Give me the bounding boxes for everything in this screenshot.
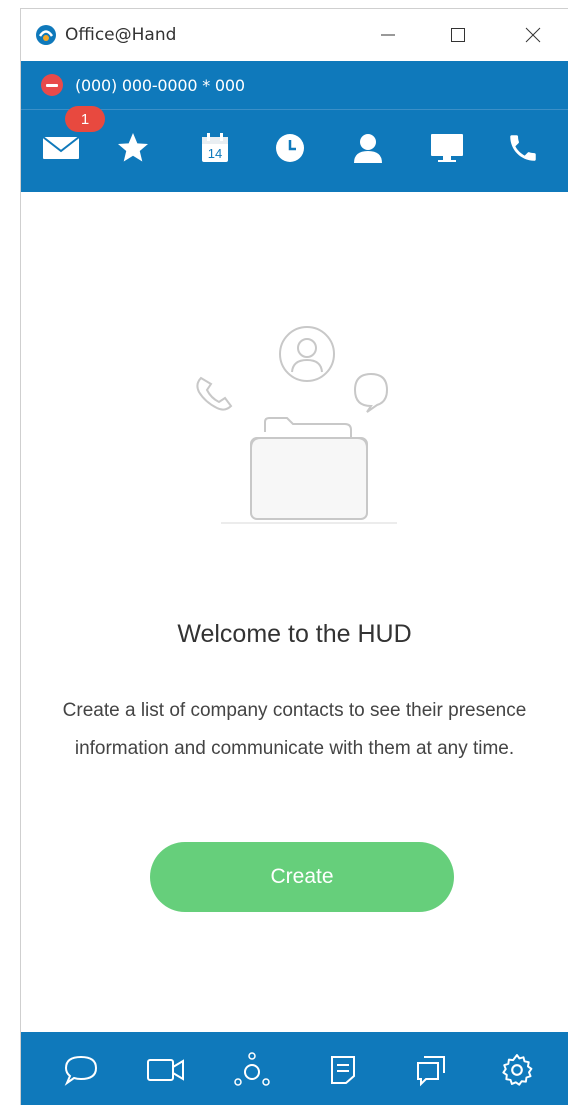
nav-messages[interactable] bbox=[39, 126, 83, 170]
footer-network[interactable] bbox=[232, 1050, 272, 1090]
maximize-button[interactable] bbox=[428, 9, 488, 61]
maximize-icon bbox=[451, 28, 465, 42]
welcome-description: Create a list of company contacts to see… bbox=[62, 700, 527, 759]
footer-chat[interactable] bbox=[61, 1050, 101, 1090]
settings-icon bbox=[502, 1054, 533, 1086]
minimize-icon bbox=[381, 34, 395, 36]
nav-calendar[interactable]: 14 bbox=[193, 126, 237, 170]
close-icon bbox=[525, 27, 541, 43]
chat-bubble-icon bbox=[64, 1055, 98, 1086]
monitor-icon bbox=[431, 134, 463, 162]
unread-badge: 1 bbox=[65, 106, 105, 132]
phone-icon bbox=[510, 135, 536, 161]
bottom-toolbar bbox=[21, 1032, 568, 1105]
phone-number: (000) 000-0000 * 000 bbox=[75, 75, 245, 95]
empty-state-illustration bbox=[196, 326, 397, 524]
envelope-icon bbox=[42, 136, 80, 159]
close-button[interactable] bbox=[503, 9, 563, 61]
footer-video[interactable] bbox=[146, 1050, 186, 1090]
nav-contacts[interactable] bbox=[346, 126, 390, 170]
presence-row[interactable]: (000) 000-0000 * 000 bbox=[21, 61, 568, 110]
nav-phone[interactable] bbox=[501, 126, 545, 170]
clock-icon bbox=[276, 134, 304, 162]
notes-icon bbox=[331, 1056, 355, 1084]
nav-screen[interactable] bbox=[425, 126, 469, 170]
calendar-icon: 14 bbox=[202, 133, 228, 162]
app-logo-icon bbox=[36, 25, 56, 45]
footer-settings[interactable] bbox=[497, 1050, 537, 1090]
create-button[interactable]: Create bbox=[150, 842, 454, 912]
star-icon bbox=[118, 133, 148, 162]
hud-main: Welcome to the HUD Create a list of comp… bbox=[21, 192, 568, 1032]
minimize-button[interactable] bbox=[358, 9, 418, 61]
window-title: Office@Hand bbox=[65, 25, 177, 45]
footer-notes[interactable] bbox=[323, 1050, 363, 1090]
welcome-title: Welcome to the HUD bbox=[177, 620, 412, 648]
top-nav: 14 1 bbox=[21, 106, 568, 192]
svg-text:14: 14 bbox=[208, 146, 222, 161]
conversations-icon bbox=[417, 1056, 445, 1087]
header: (000) 000-0000 * 000 14 1 bbox=[21, 61, 568, 192]
video-icon bbox=[147, 1059, 184, 1081]
footer-conversations[interactable] bbox=[411, 1050, 451, 1090]
do-not-disturb-icon bbox=[41, 74, 63, 96]
person-icon bbox=[354, 134, 382, 163]
title-bar: Office@Hand bbox=[21, 9, 568, 61]
nav-favorites[interactable] bbox=[111, 126, 155, 170]
network-icon bbox=[234, 1052, 270, 1086]
app-window: Office@Hand (000) 000-0000 * 000 14 1 We… bbox=[20, 8, 568, 1105]
nav-recents[interactable] bbox=[268, 126, 312, 170]
